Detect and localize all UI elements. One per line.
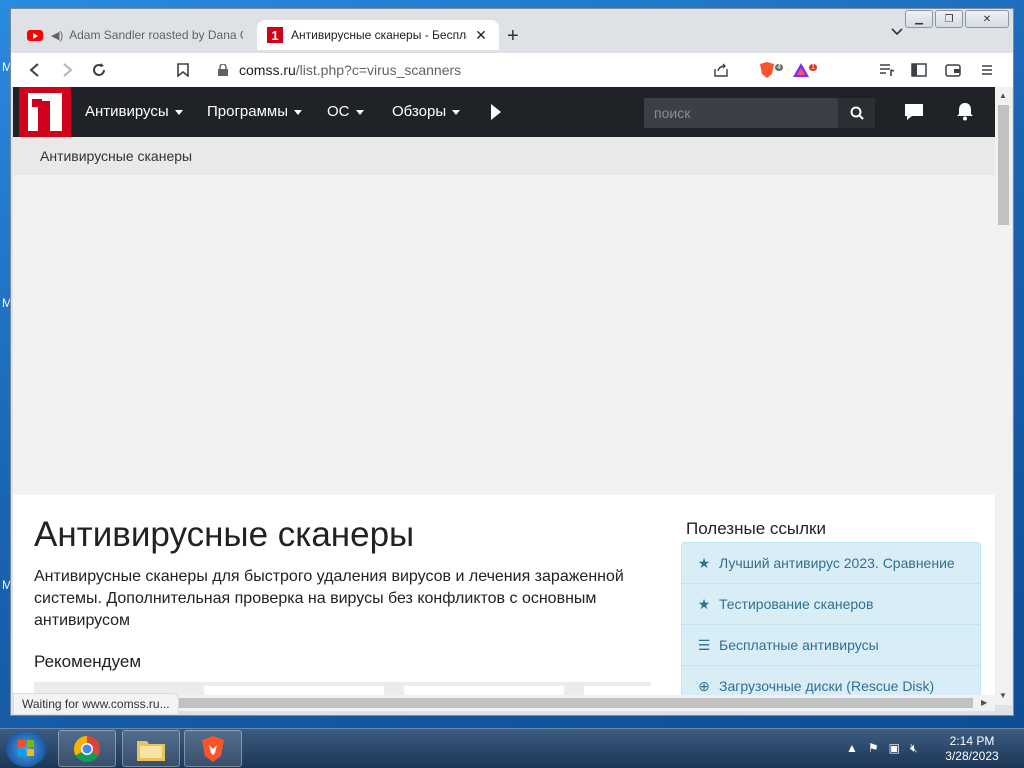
close-tab-icon[interactable]: ✕ [473,27,489,44]
caret-down-icon [294,109,303,115]
menu-icon[interactable] [977,60,997,80]
clock[interactable]: 2:14 PM 3/28/2023 [940,734,1004,764]
address-bar[interactable]: comss.ru/list.php?c=virus_scanners [239,62,461,78]
action-center-flag-icon[interactable]: ⚑ [868,741,879,756]
close-window-button[interactable]: ✕ [965,10,1009,28]
nav-label: ОС [327,103,350,120]
playlist-icon[interactable] [877,60,897,80]
useful-link-label: Бесплатные антивирусы [719,637,879,653]
useful-links-list: ★ Лучший антивирус 2023. Сравнение ★ Тес… [681,542,981,705]
taskbar-brave[interactable] [184,730,242,767]
scroll-right-icon[interactable]: ▶ [981,698,987,707]
windows-logo-icon [18,740,34,756]
minimize-button[interactable]: ▁ [905,10,933,28]
scroll-up-icon[interactable]: ▲ [999,91,1007,100]
taskbar-chrome[interactable] [58,730,116,767]
start-button[interactable] [6,731,46,767]
ad-placeholder [13,175,995,495]
brave-rewards-icon[interactable]: 1 [791,60,817,80]
folder-icon [137,740,165,761]
clock-date: 3/28/2023 [945,749,999,763]
nav-programs[interactable]: Программы [207,103,303,120]
site-logo[interactable] [19,87,71,137]
audio-icon[interactable]: ◀) [51,29,63,42]
tab-youtube[interactable]: ◀) Adam Sandler roasted by Dana Carvey [17,20,253,50]
chrome-icon [73,735,100,762]
share-icon[interactable] [711,60,731,80]
system-tray: ▲ ⚑ ▣ 🔇︎ [846,741,918,756]
tab-title: Антивирусные сканеры - Бесплатные [291,28,467,42]
page-viewport: Антивирусы Программы ОС Обзоры Антивирус… [13,87,995,705]
page-title: Антивирусные сканеры [34,515,415,554]
browser-toolbar: comss.ru/list.php?c=virus_scanners 4 1 [11,53,1013,87]
site-navbar: Антивирусы Программы ОС Обзоры [13,87,995,137]
new-tab-button[interactable]: + [507,25,519,48]
youtube-icon [27,27,43,43]
star-icon: ★ [697,595,711,612]
site-search [644,98,838,128]
search-icon [850,106,864,120]
caret-down-icon [452,109,461,115]
list-icon: ☰ [697,636,711,653]
nav-reviews[interactable]: Обзоры [392,103,461,120]
scroll-down-icon[interactable]: ▼ [999,691,1007,700]
rewards-count-badge: 1 [809,64,817,71]
back-button[interactable] [25,60,45,80]
brave-shield-icon[interactable]: 4 [757,60,783,80]
url-host: comss.ru [239,62,296,78]
forward-button[interactable] [57,60,77,80]
brave-icon [202,735,224,762]
vertical-scrollbar[interactable]: ▲ ▼ [995,87,1012,705]
wallet-icon[interactable] [943,60,963,80]
maximize-button[interactable]: ❐ [935,10,963,28]
useful-link-item[interactable]: ☰ Бесплатные антивирусы [682,625,980,666]
lock-icon[interactable] [217,63,229,76]
scrollbar-thumb[interactable] [998,105,1009,225]
chevron-down-icon[interactable] [891,25,903,39]
useful-link-label: Загрузочные диски (Rescue Disk) [719,678,935,694]
taskbar-explorer[interactable] [122,730,180,767]
star-icon: ★ [697,554,711,571]
show-hidden-icons[interactable]: ▲ [846,741,858,756]
sidebar-icon[interactable] [909,60,929,80]
breadcrumb: Антивирусные сканеры [13,137,995,175]
browser-window: ◀) Adam Sandler roasted by Dana Carvey 1… [10,8,1014,716]
caret-down-icon [174,109,183,115]
volume-muted-icon[interactable]: 🔇︎ [910,741,918,756]
recommend-heading: Рекомендуем [34,652,142,671]
search-button[interactable] [838,98,875,128]
nav-label: Программы [207,103,289,120]
useful-link-item[interactable]: ★ Тестирование сканеров [682,584,980,625]
useful-links-title: Полезные ссылки [686,519,826,538]
bell-icon[interactable] [955,101,975,121]
chat-icon[interactable] [904,103,924,121]
shield-count-badge: 4 [775,64,783,71]
url-path: /list.php?c=virus_scanners [295,62,462,78]
play-icon[interactable] [491,104,501,120]
nav-antiviruses[interactable]: Антивирусы [85,103,183,120]
comss-logo-icon: 1 [267,27,283,43]
nav-label: Обзоры [392,103,447,120]
reload-button[interactable] [89,60,109,80]
caret-down-icon [355,109,364,115]
useful-link-label: Лучший антивирус 2023. Сравнение [719,555,955,571]
taskbar: ▲ ⚑ ▣ 🔇︎ 2:14 PM 3/28/2023 [0,728,1024,768]
search-input[interactable] [644,98,838,128]
plus-circle-icon: ⊕ [698,677,710,694]
page-description: Антивирусные сканеры для быстрого удален… [34,568,624,629]
useful-link-label: Тестирование сканеров [719,596,874,612]
window-controls: ▁ ❐ ✕ [905,10,1009,28]
nav-os[interactable]: ОС [327,103,364,120]
useful-link-item[interactable]: ★ Лучший антивирус 2023. Сравнение [682,543,980,584]
clock-time: 2:14 PM [949,734,995,748]
network-icon[interactable]: ▣ [889,741,900,756]
nav-label: Антивирусы [85,103,169,120]
status-bubble: Waiting for www.comss.ru... [13,693,179,715]
bookmark-icon[interactable] [173,60,193,80]
tab-strip: ◀) Adam Sandler roasted by Dana Carvey 1… [11,9,1013,53]
tab-title: Adam Sandler roasted by Dana Carvey [69,28,243,42]
breadcrumb-item[interactable]: Антивирусные сканеры [40,148,192,164]
main-content: Антивирусные сканеры Антивирусные сканер… [13,495,995,705]
tab-comss[interactable]: 1 Антивирусные сканеры - Бесплатные ✕ [257,20,499,50]
